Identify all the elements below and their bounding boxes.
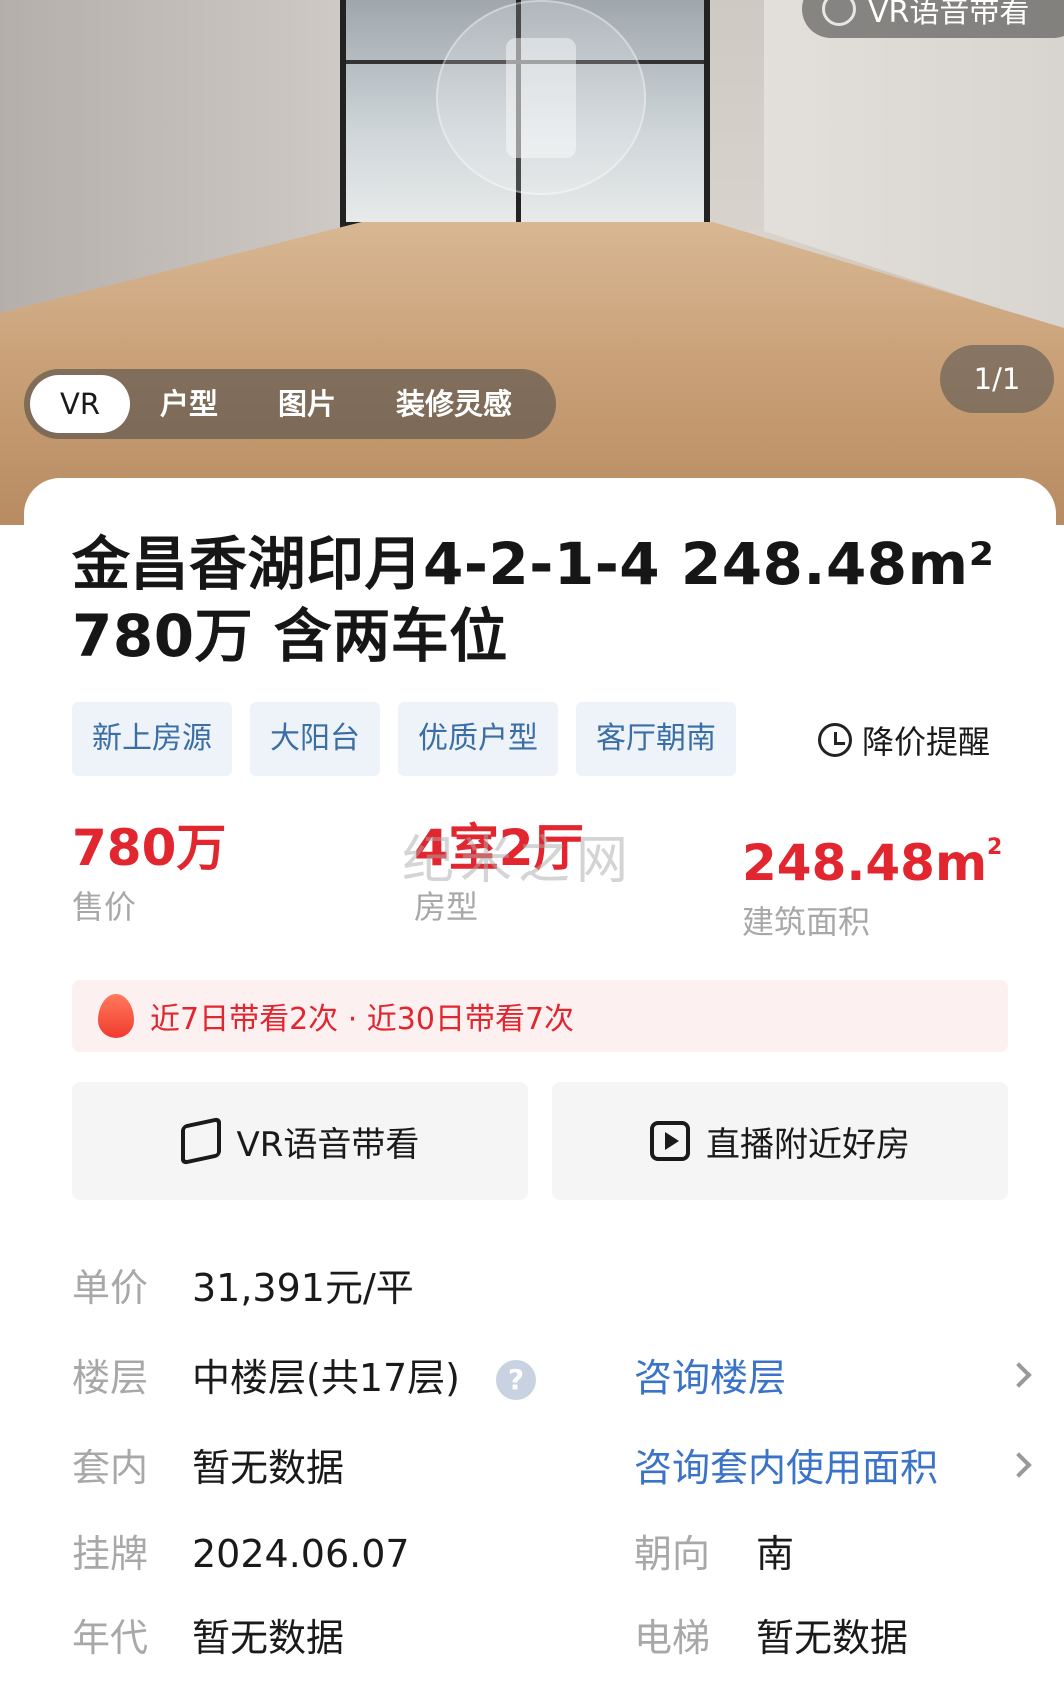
play-icon [650, 1121, 690, 1161]
detail-row-inner-area: 套内 暂无数据 咨询套内使用面积 [72, 1438, 1032, 1498]
stat-area-sup: 2 [987, 835, 1003, 860]
question-icon[interactable]: ? [496, 1360, 536, 1400]
viewing-heat-text: 近7日带看2次 · 近30日带看7次 [150, 1002, 575, 1037]
vr-audio-chip[interactable]: VR语音带看 [802, 0, 1064, 38]
elevator-value: 暂无数据 [756, 1616, 909, 1660]
inner-area-label: 套内 [72, 1446, 149, 1490]
stat-layout-label: 房型 [414, 888, 479, 926]
live-nearby-button[interactable]: 直播附近好房 [552, 1082, 1008, 1200]
vr-audio-tour-button[interactable]: VR语音带看 [72, 1082, 528, 1200]
tab-photos[interactable]: 图片 [248, 375, 366, 433]
listed-label: 挂牌 [72, 1532, 149, 1576]
vr-cube-icon [180, 1116, 221, 1166]
unit-price-label: 单价 [72, 1266, 149, 1310]
tag-big-balcony: 大阳台 [250, 702, 380, 776]
tag-new-listing: 新上房源 [72, 702, 232, 776]
listed-value: 2024.06.07 [192, 1532, 410, 1576]
detail-row-floor: 楼层 中楼层(共17层) ? 咨询楼层 [72, 1348, 1032, 1408]
tag-list: 新上房源 大阳台 优质户型 客厅朝南 [72, 702, 736, 776]
price-alert-label: 降价提醒 [862, 723, 991, 761]
year-value: 暂无数据 [192, 1616, 345, 1660]
vr-logo-shape [506, 37, 576, 158]
tag-quality-layout: 优质户型 [398, 702, 558, 776]
consult-floor-link[interactable]: 咨询楼层 [634, 1348, 786, 1408]
listing-photo[interactable]: VR语音带看 VR 户型 图片 装修灵感 1/1 [0, 0, 1064, 525]
stat-layout: 4室2厅 房型 [414, 816, 584, 928]
detail-row-unit-price: 单价 31,391元/平 [72, 1258, 1012, 1318]
photo-counter: 1/1 [940, 345, 1054, 413]
stat-price: 780万 售价 [72, 816, 226, 928]
vr-logo-icon [436, 0, 646, 195]
stat-price-value: 780万 [72, 819, 227, 877]
vr-audio-tour-label: VR语音带看 [236, 1124, 420, 1165]
alarm-clock-icon [818, 723, 852, 757]
stat-area-value: 248.48m2 [742, 816, 1002, 895]
live-nearby-label: 直播附近好房 [706, 1124, 910, 1165]
listing-title-line2: 780万 含两车位 [72, 602, 508, 670]
tab-decor-ideas[interactable]: 装修灵感 [366, 375, 542, 433]
stat-price-label: 售价 [72, 888, 137, 926]
price-alert-button[interactable]: 降价提醒 [818, 716, 990, 764]
inner-area-value: 暂无数据 [192, 1446, 345, 1490]
detail-row-year: 年代 暂无数据 电梯 暂无数据 [72, 1608, 1012, 1668]
listing-title-line1: 金昌香湖印月4-2-1-4 248.48m² [72, 530, 995, 598]
orientation-value: 南 [756, 1532, 795, 1576]
stat-area-number: 248.48m [742, 834, 988, 892]
floor-label: 楼层 [72, 1356, 149, 1400]
unit-price-value: 31,391元/平 [192, 1266, 414, 1310]
vr-audio-icon [822, 0, 856, 26]
elevator-label: 电梯 [634, 1616, 711, 1660]
detail-row-listed: 挂牌 2024.06.07 朝向 南 [72, 1524, 1012, 1584]
stat-area: 248.48m2 建筑面积 [742, 816, 1002, 943]
fire-icon [98, 994, 134, 1038]
listing-title: 金昌香湖印月4-2-1-4 248.48m² 780万 含两车位 [72, 528, 1012, 672]
vr-audio-chip-label: VR语音带看 [868, 0, 1030, 30]
tab-vr[interactable]: VR [30, 375, 130, 433]
stat-layout-value: 4室2厅 [414, 819, 584, 877]
orientation-label: 朝向 [634, 1532, 711, 1576]
viewing-heat-bar: 近7日带看2次 · 近30日带看7次 [72, 980, 1008, 1052]
consult-inner-area-link[interactable]: 咨询套内使用面积 [634, 1438, 938, 1498]
media-tabs: VR 户型 图片 装修灵感 [24, 369, 556, 439]
tab-floorplan[interactable]: 户型 [130, 375, 248, 433]
tag-south-living: 客厅朝南 [576, 702, 736, 776]
stat-area-label: 建筑面积 [742, 903, 871, 941]
floor-value: 中楼层(共17层) [192, 1356, 461, 1400]
year-label: 年代 [72, 1616, 149, 1660]
